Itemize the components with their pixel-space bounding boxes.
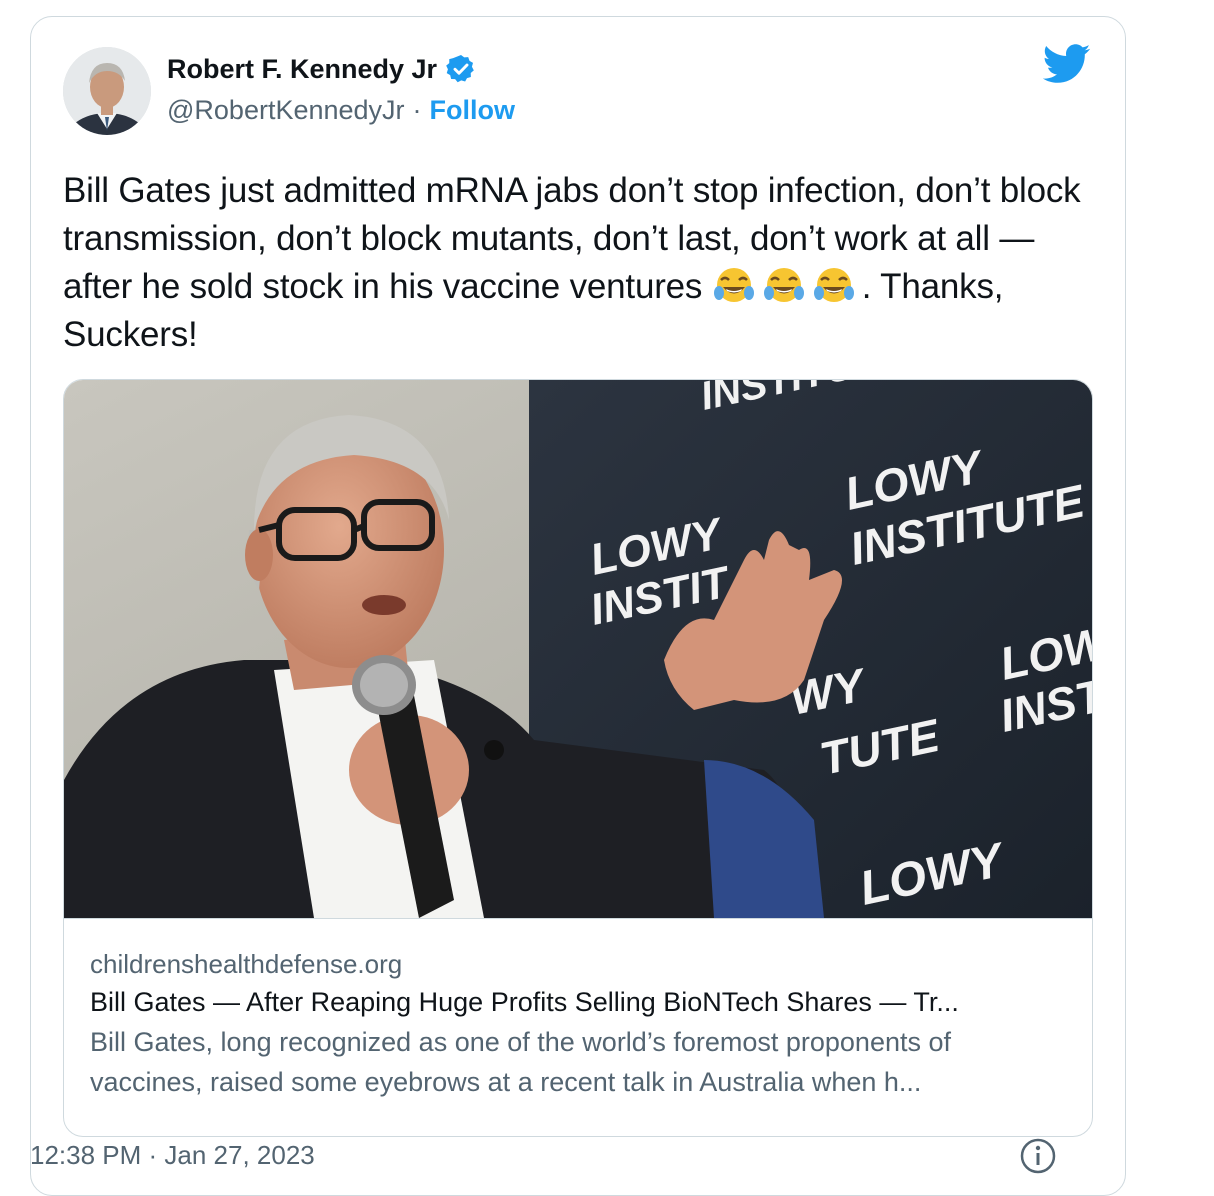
author-name-row[interactable]: Robert F. Kennedy Jr <box>167 53 477 85</box>
info-icon[interactable] <box>1018 1136 1058 1176</box>
tweet-timestamp[interactable]: 12:38 PM · Jan 27, 2023 <box>30 1140 315 1171</box>
handle-row: @RobertKennedyJr · Follow <box>167 95 515 126</box>
handle-separator: · <box>412 95 422 125</box>
link-description: Bill Gates, long recognized as one of th… <box>90 1027 951 1097</box>
link-domain: childrenshealthdefense.org <box>90 949 403 979</box>
twitter-bird-icon[interactable] <box>1042 43 1091 85</box>
link-preview-card[interactable]: INSTITUTE LOWY INSTIT LOWY INSTITUTE LOW… <box>63 379 1093 1137</box>
tweet-card[interactable]: Robert F. Kennedy Jr @RobertKennedyJr · … <box>30 16 1126 1196</box>
tweet-text: Bill Gates just admitted mRNA jabs don’t… <box>63 167 1083 359</box>
link-preview-image[interactable]: INSTITUTE LOWY INSTIT LOWY INSTITUTE LOW… <box>64 380 1092 919</box>
follow-button[interactable]: Follow <box>430 95 515 126</box>
author-avatar[interactable] <box>63 47 151 135</box>
link-preview-meta: childrenshealthdefense.org Bill Gates — … <box>90 946 1070 1102</box>
face-with-tears-of-joy-icon <box>762 266 806 306</box>
verified-badge-icon <box>445 53 477 85</box>
face-with-tears-of-joy-icon <box>712 266 756 306</box>
face-with-tears-of-joy-icon <box>812 266 856 306</box>
link-title[interactable]: Bill Gates — After Reaping Huge Profits … <box>90 982 1070 1022</box>
author-handle[interactable]: @RobertKennedyJr <box>167 95 405 126</box>
author-name[interactable]: Robert F. Kennedy Jr <box>167 54 437 85</box>
